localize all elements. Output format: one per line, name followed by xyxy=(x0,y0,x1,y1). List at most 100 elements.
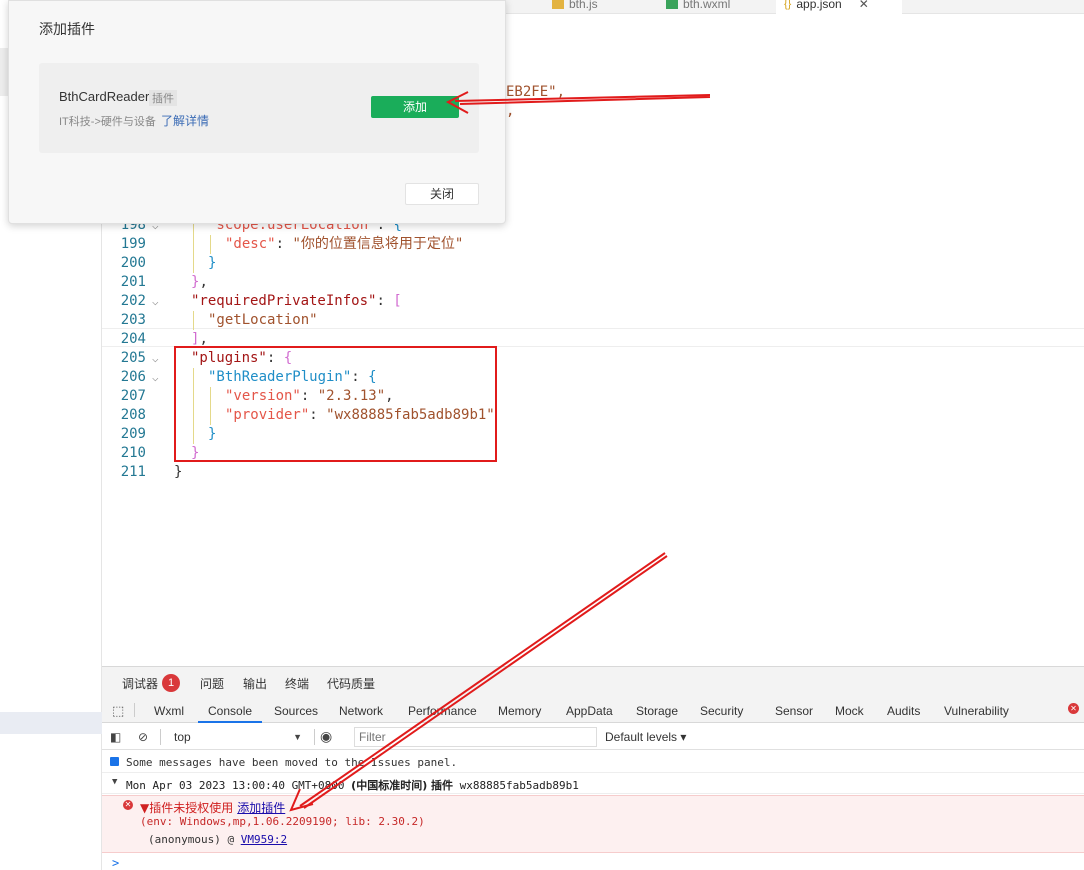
divider xyxy=(134,703,135,717)
sidebar-selected-row[interactable] xyxy=(0,712,102,734)
close-button[interactable]: 关闭 xyxy=(405,183,479,205)
info-text: Some messages have been moved to the Iss… xyxy=(126,756,458,769)
code-token: "desc" xyxy=(225,236,276,252)
editor-tab-bar: bth.js bth.wxml {} app.json ✕ xyxy=(506,0,1084,14)
code-line: 202 ⌵ "requiredPrivateInfos": [ xyxy=(102,292,1084,311)
active-tab-underline xyxy=(198,721,262,723)
tab-network[interactable]: Network xyxy=(339,704,383,718)
sidebar-toggle-icon[interactable]: ◧ xyxy=(110,730,121,744)
code-token: : xyxy=(376,293,394,309)
stack-link[interactable]: VM959:2 xyxy=(241,833,287,846)
fold-chevron-icon[interactable]: ⌵ xyxy=(152,349,159,368)
tab-console[interactable]: Console xyxy=(208,704,252,718)
tab-label: bth.wxml xyxy=(683,0,731,11)
error-indicator-icon[interactable]: ✕ xyxy=(1068,703,1079,714)
code-line: 201}, xyxy=(102,273,1084,292)
tab-appdata[interactable]: AppData xyxy=(566,704,613,718)
plugin-tag: 插件 xyxy=(149,90,177,106)
devtools-panel-tabs: ⬚ Wxml Console Sources Network Performan… xyxy=(102,697,1084,723)
console-prompt[interactable]: > xyxy=(102,855,1084,870)
code-token: [ xyxy=(393,293,402,309)
tab-output[interactable]: 输出 xyxy=(243,675,267,692)
dialog-title: 添加插件 xyxy=(39,21,95,37)
tab-bth-wxml[interactable]: bth.wxml xyxy=(666,0,730,14)
code-token: "requiredPrivateInfos" xyxy=(191,293,377,309)
tab-security[interactable]: Security xyxy=(700,704,743,718)
tab-debugger[interactable]: 调试器 xyxy=(122,675,158,692)
code-token: } xyxy=(208,255,217,271)
tab-storage[interactable]: Storage xyxy=(636,704,678,718)
tab-terminal[interactable]: 终端 xyxy=(285,675,309,692)
fold-chevron-icon[interactable]: ⌵ xyxy=(152,292,159,311)
code-token: } xyxy=(174,464,183,480)
code-text: "requiredPrivateInfos": [ xyxy=(191,292,402,311)
code-text: "desc": "你的位置信息将用于定位" xyxy=(225,235,463,254)
code-line: 203 "getLocation" xyxy=(102,311,1084,330)
tab-bth-js[interactable]: bth.js xyxy=(552,0,598,14)
code-line: 199 "desc": "你的位置信息将用于定位" xyxy=(102,235,1084,254)
indent-guide xyxy=(210,235,211,254)
line-number: 205 xyxy=(120,350,146,366)
json-file-icon: {} xyxy=(784,0,792,10)
tab-code-quality[interactable]: 代码质量 xyxy=(327,675,375,692)
js-file-icon xyxy=(552,0,564,9)
devtools-top-tabs: 调试器 1 问题 输出 终端 代码质量 xyxy=(102,667,1084,697)
code-text: "getLocation" xyxy=(208,311,318,330)
tab-sensor[interactable]: Sensor xyxy=(775,704,813,718)
code-token: "你的位置信息将用于定位" xyxy=(292,236,464,252)
error-icon: ✕ xyxy=(123,800,133,810)
clear-console-icon[interactable]: ⊘ xyxy=(138,730,148,744)
tab-audits[interactable]: Audits xyxy=(887,704,920,718)
line-number: 208 xyxy=(120,407,146,423)
code-token: , xyxy=(199,274,208,290)
console-error-message: ✕ ▼插件未授权使用 添加插件 (env: Windows,mp,1.06.220… xyxy=(102,795,1084,853)
error-line: ▼插件未授权使用 添加插件 xyxy=(140,799,285,816)
context-selector[interactable]: top ▼ xyxy=(168,728,306,746)
tab-performance[interactable]: Performance xyxy=(408,704,477,718)
line-number: 200 xyxy=(120,255,146,271)
console-info-message: Some messages have been moved to the Iss… xyxy=(102,753,1084,773)
log-levels-dropdown[interactable]: Default levels ▾ xyxy=(605,730,686,744)
code-text: } xyxy=(174,463,182,482)
line-number: 206 xyxy=(120,369,146,385)
tab-mock[interactable]: Mock xyxy=(835,704,864,718)
context-value: top xyxy=(174,730,191,744)
indent-guide xyxy=(193,254,194,273)
line-number: 211 xyxy=(120,464,146,480)
console-group-header[interactable]: ▼ Mon Apr 03 2023 13:00:40 GMT+0800 (中国标… xyxy=(102,774,1084,794)
indent-guide xyxy=(193,235,194,254)
tab-issues[interactable]: 问题 xyxy=(200,675,224,692)
expand-triangle-icon[interactable]: ▼ xyxy=(112,777,117,787)
fold-chevron-icon[interactable]: ⌵ xyxy=(152,368,159,387)
add-plugin-link[interactable]: 添加插件 xyxy=(237,801,285,815)
code-fragment: EB2FE", xyxy=(506,84,566,100)
tab-label: app.json xyxy=(796,0,842,11)
tab-memory[interactable]: Memory xyxy=(498,704,541,718)
tab-vulnerability[interactable]: Vulnerability xyxy=(944,704,1009,718)
filter-input[interactable] xyxy=(354,727,597,747)
stack-trace: (anonymous) @ VM959:2 xyxy=(148,833,287,846)
group-zone: (中国标准时间) 插件 xyxy=(351,779,454,792)
devtools-panel: 调试器 1 问题 输出 终端 代码质量 ⬚ Wxml Console Sourc… xyxy=(102,666,1084,870)
ide-window: bth.js bth.wxml {} app.json ✕ 198 ⌵ "scope… xyxy=(0,0,1084,870)
add-plugin-button[interactable]: 添加 xyxy=(371,96,459,118)
inspect-element-icon[interactable]: ⬚ xyxy=(112,703,124,719)
prompt-chevron-icon: > xyxy=(112,856,120,870)
stack-prefix: (anonymous) @ xyxy=(148,833,241,846)
code-token: "getLocation" xyxy=(208,312,318,328)
tab-wxml[interactable]: Wxml xyxy=(154,704,184,718)
plugin-details-link[interactable]: 了解详情 xyxy=(161,112,209,129)
eye-icon[interactable]: ◉ xyxy=(320,728,332,745)
code-token: : xyxy=(275,236,293,252)
plugin-name: BthCardReader xyxy=(59,89,150,104)
chevron-down-icon: ▼ xyxy=(293,732,302,742)
line-number: 209 xyxy=(120,426,146,442)
error-text: ▼插件未授权使用 xyxy=(140,801,234,815)
tab-sources[interactable]: Sources xyxy=(274,704,318,718)
close-tab-icon[interactable]: ✕ xyxy=(859,0,869,11)
error-count-badge: 1 xyxy=(162,674,180,692)
code-fragment: , xyxy=(506,103,515,119)
log-levels-label: Default levels xyxy=(605,730,678,744)
tab-app-json[interactable]: {} app.json ✕ xyxy=(776,0,902,14)
plugin-card: BthCardReader 插件 IT科技->硬件与设备 了解详情 添加 xyxy=(39,63,479,153)
